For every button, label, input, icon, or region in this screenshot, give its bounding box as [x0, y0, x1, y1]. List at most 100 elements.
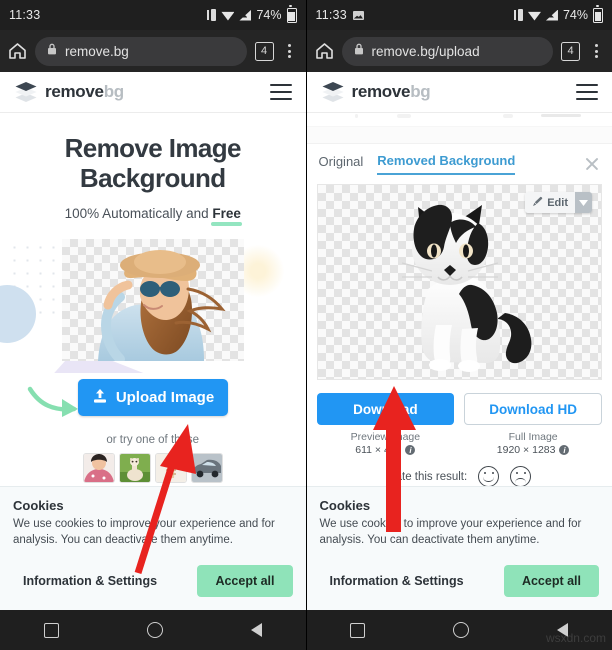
signal-icon	[239, 10, 251, 21]
url-bar[interactable]: remove.bg	[35, 36, 247, 66]
hamburger-icon[interactable]	[576, 84, 598, 100]
lock-icon	[354, 42, 364, 60]
result-tabs: Original Removed Background	[307, 144, 612, 175]
vibrate-icon	[207, 9, 217, 21]
logo-text-bg: bg	[103, 82, 124, 101]
square-recents-icon[interactable]	[43, 622, 59, 638]
removebg-logo[interactable]: removebg	[321, 82, 431, 102]
hero-subtitle: 100% Automatically and Free	[0, 206, 306, 221]
product-thumbnail[interactable]	[154, 453, 187, 484]
hamburger-icon[interactable]	[269, 84, 292, 100]
cookie-actions: Information & Settings Accept all	[320, 565, 599, 597]
tab-count-button[interactable]: 4	[254, 41, 274, 61]
browser-toolbar-left: remove.bg 4	[0, 30, 306, 72]
edit-button[interactable]: Edit	[525, 192, 592, 213]
accept-all-button[interactable]: Accept all	[197, 565, 293, 597]
square-recents-icon[interactable]	[350, 622, 366, 638]
accept-all-button[interactable]: Accept all	[503, 565, 599, 597]
battery-percent: 74%	[562, 8, 588, 22]
page-title: Remove Image Background	[14, 133, 292, 193]
download-hd-column: Download HD Full Image 1920 × 1283 i	[464, 393, 602, 456]
battery-icon	[593, 5, 603, 23]
status-time: 11:33	[9, 8, 41, 22]
download-hd-caption: Full Image	[508, 431, 558, 443]
cat-image	[318, 185, 602, 379]
content-divider	[306, 127, 612, 144]
info-icon[interactable]: i	[559, 445, 570, 456]
woman-thumbnail[interactable]	[82, 453, 115, 484]
cookie-title: Cookies	[13, 497, 64, 513]
upload-image-button-label: Upload Image	[115, 389, 215, 407]
site-header-right: removebg	[306, 72, 612, 113]
cookie-title: Cookies	[319, 497, 371, 513]
circle-home-icon[interactable]	[146, 622, 163, 638]
home-icon[interactable]	[315, 42, 334, 60]
triangle-back-icon[interactable]	[250, 623, 262, 637]
status-icons: 74%	[207, 5, 297, 23]
information-settings-button[interactable]: Information & Settings	[330, 574, 464, 588]
download-dimensions-row: 611 × 408 i	[317, 444, 455, 456]
rating-row: Rate this result:	[307, 466, 612, 488]
tab-count-button[interactable]: 4	[561, 41, 580, 61]
android-nav-bar-left	[0, 610, 306, 650]
hero-title-line-1: Remove Image	[64, 133, 242, 163]
car-thumbnail[interactable]	[190, 453, 223, 484]
url-text: remove.bg	[65, 43, 129, 59]
home-icon[interactable]	[8, 42, 27, 60]
status-bar-right: 11:33 74%	[306, 0, 612, 30]
removebg-logo[interactable]: removebg	[14, 82, 124, 102]
hero-title-line-2: Background	[79, 162, 226, 193]
browser-toolbar-right: remove.bg/upload 4	[306, 30, 612, 72]
lock-icon	[47, 42, 57, 60]
logo-text-bg: bg	[410, 82, 431, 101]
wifi-icon	[527, 11, 541, 21]
circle-home-icon[interactable]	[453, 622, 470, 638]
dual-screenshot-container: 11:33 74% remove.bg 4 removebg Remove Im…	[0, 0, 612, 650]
watermark: wsxdn.com	[545, 631, 606, 645]
kebab-menu-icon[interactable]	[588, 44, 604, 58]
chevron-down-icon[interactable]	[575, 192, 592, 213]
cookie-body-text: We use cookies to improve your experienc…	[13, 517, 275, 547]
site-header-left: removebg	[0, 72, 306, 113]
signal-icon	[546, 10, 558, 21]
brush-icon	[532, 196, 543, 210]
cookie-actions: Information & Settings Accept all	[13, 565, 293, 597]
logo-wordmark: removebg	[352, 82, 431, 102]
download-dimensions: 611 × 408	[355, 444, 402, 457]
upload-row: Upload Image	[0, 379, 306, 423]
cookie-banner-left: Cookies We use cookies to improve your e…	[0, 485, 306, 610]
rate-label: Rate this result:	[387, 470, 468, 483]
logo-text-remove: remove	[351, 82, 411, 101]
tab-original[interactable]: Original	[319, 154, 364, 174]
status-bar-left: 11:33 74%	[0, 0, 306, 30]
download-caption: Preview Image	[350, 431, 421, 443]
phone-screen-left: 11:33 74% remove.bg 4 removebg Remove Im…	[0, 0, 307, 650]
status-time: 11:33	[315, 8, 347, 22]
kebab-menu-icon[interactable]	[282, 44, 298, 58]
cookie-body-text: We use cookies to improve your experienc…	[319, 517, 582, 547]
partially-scrolled-content	[306, 112, 612, 127]
vibrate-icon	[513, 9, 523, 21]
info-icon[interactable]: i	[405, 445, 416, 456]
download-row: Download Preview Image 611 × 408 i Downl…	[316, 393, 602, 456]
smiley-happy-icon[interactable]	[478, 466, 500, 488]
upload-icon	[92, 388, 108, 408]
image-notification-icon	[352, 10, 364, 20]
url-bar[interactable]: remove.bg/upload	[341, 36, 553, 66]
download-hd-dimensions: 1920 × 1283	[496, 444, 556, 457]
download-hd-button[interactable]: Download HD	[464, 393, 602, 425]
smiley-sad-icon[interactable]	[510, 466, 532, 488]
layers-logo-icon	[321, 82, 345, 102]
download-button[interactable]: Download	[316, 393, 455, 425]
phone-screen-right: 11:33 74% remove.bg/upload 4 removebg Or…	[306, 0, 612, 650]
information-settings-button[interactable]: Information & Settings	[23, 574, 157, 588]
alpaca-thumbnail[interactable]	[118, 453, 151, 484]
close-icon[interactable]	[584, 156, 600, 172]
upload-image-button[interactable]: Upload Image	[78, 379, 228, 417]
green-pointer-arrow	[26, 385, 84, 419]
tab-removed-background[interactable]: Removed Background	[377, 153, 516, 175]
edit-button-main[interactable]: Edit	[525, 192, 575, 213]
status-icons: 74%	[513, 5, 603, 23]
download-hd-dimensions-row: 1920 × 1283 i	[464, 444, 602, 456]
hero-woman-photo	[62, 239, 244, 362]
